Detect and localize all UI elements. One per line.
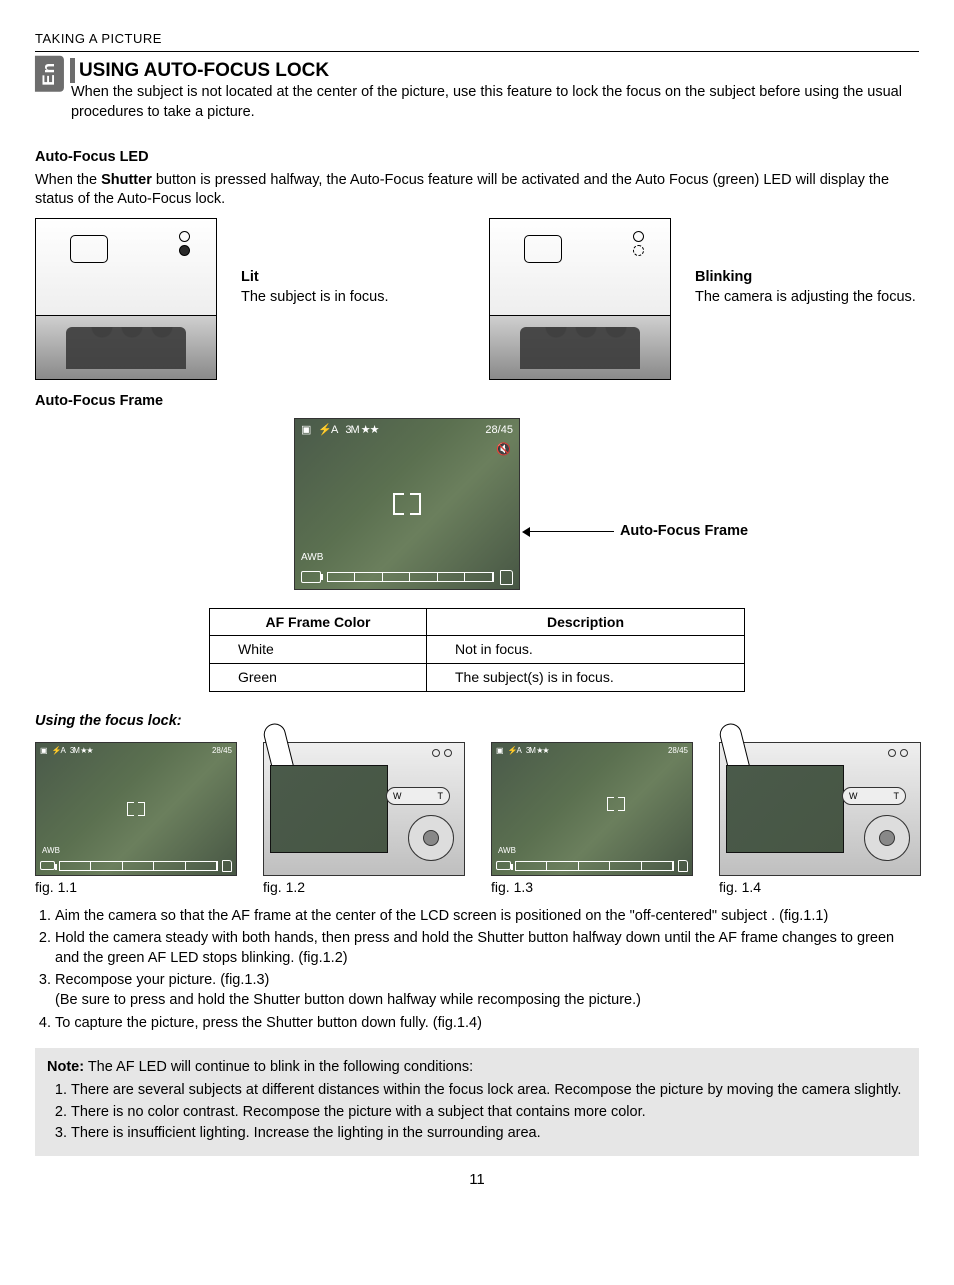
col-af-color: AF Frame Color [210, 608, 427, 636]
af-frame-icon [393, 493, 421, 515]
lcd-icon [270, 765, 388, 853]
af-frame-callout: Auto-Focus Frame [620, 522, 748, 542]
blink-label: Blinking [695, 269, 752, 285]
camera-diagram-blink [489, 218, 671, 380]
fig-1-2: WT [263, 742, 465, 876]
af-led-desc: When the Shutter button is pressed halfw… [35, 171, 919, 210]
fig-caption: fig. 1.1 [35, 878, 235, 897]
title-bar: En USING AUTO-FOCUS LOCK When the subjec… [35, 58, 919, 137]
awb-label: AWB [42, 846, 60, 857]
zoom-rocker: WT [386, 787, 450, 805]
intro-text: When the subject is not located at the c… [71, 83, 919, 122]
list-item: There is no color contrast. Recompose th… [71, 1103, 907, 1123]
lcd-icon [726, 765, 844, 853]
note-box: Note: The AF LED will continue to blink … [35, 1048, 919, 1156]
list-item: Recompose your picture. (fig.1.3) (Be su… [55, 971, 919, 1010]
shot-count: 28/45 [668, 746, 688, 757]
lcd-screenshot: ▣ ⚡A 3M ★★ 28/45 🔇 AWB [294, 418, 520, 590]
sd-card-icon [222, 860, 232, 872]
af-led-heading: Auto-Focus LED [35, 148, 919, 168]
awb-label: AWB [301, 551, 323, 565]
zoom-rocker: WT [842, 787, 906, 805]
dpad-icon [408, 815, 454, 861]
camera-icon: ▣ [496, 746, 503, 757]
text: button is pressed halfway, the Auto-Focu… [35, 172, 889, 208]
table-row: White Not in focus. [210, 636, 745, 664]
exposure-bar-icon [515, 861, 674, 871]
list-item: There are several subjects at different … [71, 1081, 907, 1101]
cell: Not in focus. [427, 636, 745, 664]
note-label: Note: [47, 1059, 84, 1075]
dpad-icon [864, 815, 910, 861]
list-item: Aim the camera so that the AF frame at t… [55, 907, 919, 927]
steps-list: Aim the camera so that the AF frame at t… [35, 907, 919, 1033]
cell: Green [210, 664, 427, 692]
flash-icon: ⚡A [508, 746, 521, 757]
awb-label: AWB [498, 846, 516, 857]
flash-icon: ⚡A [52, 746, 65, 757]
shutter-button-icon [524, 235, 562, 263]
sd-card-icon [500, 570, 513, 585]
table-header-row: AF Frame Color Description [210, 608, 745, 636]
flash-icon: ⚡A [318, 423, 337, 438]
exposure-bar-icon [327, 572, 494, 582]
exposure-bar-icon [59, 861, 218, 871]
af-frame-heading: Auto-Focus Frame [35, 392, 919, 412]
led-icon [633, 231, 644, 242]
shot-count: 28/45 [485, 423, 513, 438]
led-lit-icon [179, 245, 190, 256]
list-item: Hold the camera steady with both hands, … [55, 929, 919, 968]
callout-arrow-icon [528, 531, 614, 532]
battery-icon [301, 571, 321, 583]
text: When the [35, 172, 101, 188]
camera-diagram-lit [35, 218, 217, 380]
section-header: TAKING A PICTURE [35, 30, 919, 52]
cell: The subject(s) is in focus. [427, 664, 745, 692]
blink-desc: The camera is adjusting the focus. [695, 288, 919, 308]
shutter-word: Shutter [101, 172, 152, 188]
battery-icon [40, 861, 55, 870]
led-icon [432, 749, 440, 757]
quality-icon: 3M ★★ [70, 746, 93, 757]
table-row: Green The subject(s) is in focus. [210, 664, 745, 692]
fig-1-3: ▣ ⚡A 3M ★★ 28/45 AWB [491, 742, 693, 876]
battery-icon [496, 861, 511, 870]
lit-desc: The subject is in focus. [241, 288, 465, 308]
sd-card-icon [678, 860, 688, 872]
led-blink-icon [633, 245, 644, 256]
quality-icon: 3M ★★ [345, 423, 378, 438]
shot-count: 28/45 [212, 746, 232, 757]
lit-label: Lit [241, 269, 259, 285]
fig-1-1: ▣ ⚡A 3M ★★ 28/45 AWB [35, 742, 237, 876]
led-icon [179, 231, 190, 242]
page-number: 11 [35, 1170, 919, 1190]
led-icon [900, 749, 908, 757]
col-description: Description [427, 608, 745, 636]
shutter-button-icon [70, 235, 108, 263]
page-title: USING AUTO-FOCUS LOCK [70, 58, 919, 84]
language-tab: En [35, 56, 64, 92]
led-icon [888, 749, 896, 757]
note-lead: The AF LED will continue to blink in the… [84, 1059, 473, 1075]
cell: White [210, 636, 427, 664]
fig-caption: fig. 1.3 [491, 878, 691, 897]
quality-icon: 3M ★★ [526, 746, 549, 757]
af-color-table: AF Frame Color Description White Not in … [209, 608, 745, 693]
fig-caption: fig. 1.4 [719, 878, 919, 897]
camera-icon: ▣ [40, 746, 47, 757]
camera-icon: ▣ [301, 423, 310, 438]
af-frame-icon [127, 802, 145, 816]
fig-caption: fig. 1.2 [263, 878, 463, 897]
list-item: To capture the picture, press the Shutte… [55, 1014, 919, 1034]
led-icon [444, 749, 452, 757]
sound-icon: 🔇 [496, 441, 511, 457]
list-item: There is insufficient lighting. Increase… [71, 1124, 907, 1144]
fig-1-4: WT [719, 742, 921, 876]
using-focus-lock-heading: Using the focus lock: [35, 712, 919, 732]
af-frame-icon [607, 797, 625, 811]
